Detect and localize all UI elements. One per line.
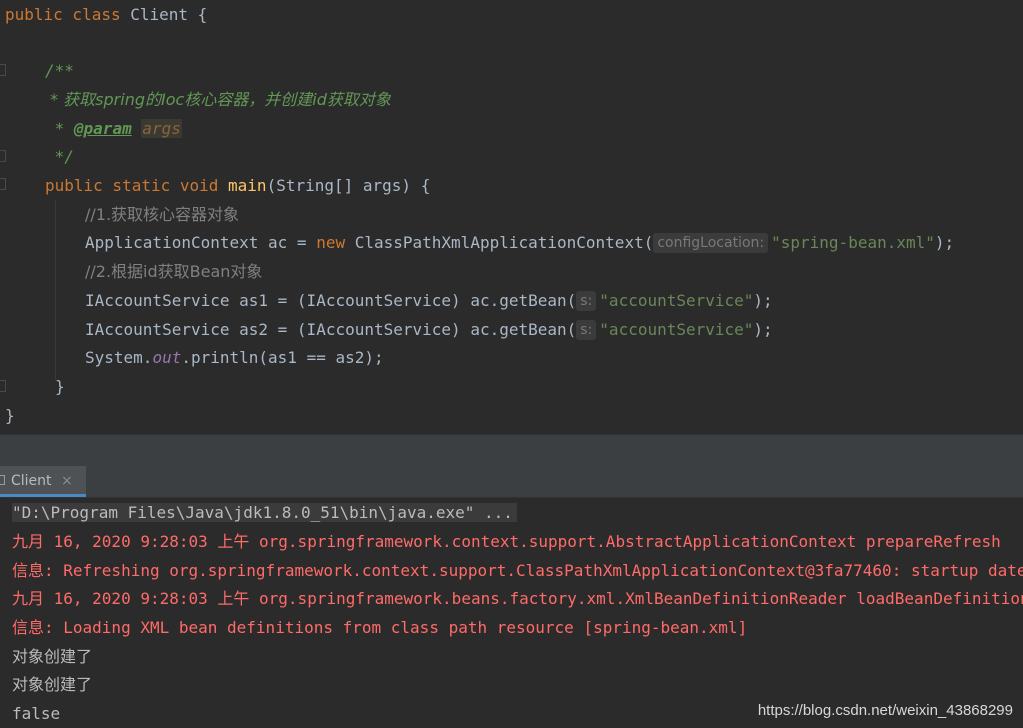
close-icon[interactable]: × (61, 466, 73, 496)
code-line-2[interactable]: /** (45, 56, 74, 85)
console-line: "D:\Program Files\Java\jdk1.8.0_51\bin\j… (12, 498, 517, 527)
doc-comment (132, 119, 142, 138)
console-line: false (12, 699, 60, 728)
doc-comment: /** (45, 61, 74, 80)
code-text: System. (85, 348, 153, 367)
javadoc-tag: @param (73, 119, 132, 138)
code-text: (String[] args) { (266, 176, 431, 195)
fold-marker-icon[interactable] (0, 150, 6, 162)
code-line-4[interactable]: * @param args (45, 114, 182, 143)
doc-comment: * 获取spring的Ioc核心容器，并创建id获取对象 (45, 90, 391, 109)
line-comment: //2.根据id获取Bean对象 (85, 262, 263, 281)
log-text: 信息: Loading XML bean definitions from cl… (12, 618, 748, 637)
code-line-1[interactable]: public class Client { (5, 0, 207, 29)
console-line: 九月 16, 2020 9:28:03 上午 org.springframewo… (12, 527, 1001, 556)
log-text: 九月 16, 2020 9:28:03 上午 org.springframewo… (12, 589, 1023, 608)
run-tab-client[interactable]: Client × (0, 466, 86, 497)
method-name: main (228, 176, 267, 195)
doc-comment: */ (45, 147, 74, 166)
panel-splitter[interactable] (0, 434, 1023, 466)
code-line-9[interactable]: //2.根据id获取Bean对象 (85, 257, 262, 286)
code-text: } (55, 377, 65, 396)
console-line: 信息: Loading XML bean definitions from cl… (12, 613, 747, 642)
parameter-hint: s: (576, 320, 597, 340)
output-text: 对象创建了 (12, 675, 93, 694)
code-editor[interactable]: public class Client { /** * 获取spring的Ioc… (0, 0, 1023, 434)
keyword: public class (5, 5, 131, 24)
class-name: Client (130, 5, 189, 24)
keyword: public static void (45, 176, 229, 195)
output-text: 对象创建了 (12, 647, 93, 666)
code-text: ); (934, 233, 955, 252)
code-text: } (5, 406, 15, 425)
code-line-5[interactable]: */ (45, 142, 74, 171)
code-text: ApplicationContext ac = (85, 233, 317, 252)
console-line: 信息: Refreshing org.springframework.conte… (12, 556, 1023, 585)
watermark: https://blog.csdn.net/weixin_43868299 (757, 702, 1013, 719)
tab-label: Client (11, 473, 52, 489)
code-text: ); (753, 320, 773, 339)
parameter-hint: configLocation: (653, 233, 769, 253)
code-text: IAccountService as1 = (IAccountService) … (85, 291, 577, 310)
code-text: ClassPathXmlApplicationContext( (354, 233, 654, 252)
code-text: IAccountService as2 = (IAccountService) … (85, 320, 577, 339)
code-line-6[interactable]: public static void main(String[] args) { (45, 171, 430, 200)
code-line-10[interactable]: IAccountService as1 = (IAccountService) … (85, 286, 773, 315)
code-line-3[interactable]: * 获取spring的Ioc核心容器，并创建id获取对象 (45, 85, 391, 114)
fold-marker-icon[interactable] (0, 380, 6, 392)
run-config-icon (0, 475, 5, 485)
code-line-11[interactable]: IAccountService as2 = (IAccountService) … (85, 315, 773, 344)
code-text: .println(as1 == as2); (181, 348, 384, 367)
code-line-13[interactable]: } (55, 372, 65, 401)
static-field: out (152, 348, 182, 367)
console-line: 对象创建了 (12, 642, 92, 671)
code-text: { (188, 5, 208, 24)
parameter-hint: s: (576, 291, 597, 311)
string-literal: "accountService" (599, 291, 754, 310)
keyword: new (316, 233, 355, 252)
log-text: 信息: Refreshing org.springframework.conte… (12, 561, 1023, 580)
java-command[interactable]: "D:\Program Files\Java\jdk1.8.0_51\bin\j… (12, 503, 517, 522)
string-literal: "accountService" (599, 320, 754, 339)
code-line-14[interactable]: } (5, 401, 15, 430)
code-line-8[interactable]: ApplicationContext ac = new ClassPathXml… (85, 228, 954, 257)
console-line: 九月 16, 2020 9:28:03 上午 org.springframewo… (12, 584, 1023, 613)
code-text: ); (753, 291, 773, 310)
line-comment: //1.获取核心容器对象 (85, 205, 240, 224)
doc-comment: * (45, 119, 74, 138)
code-line-7[interactable]: //1.获取核心容器对象 (85, 200, 239, 229)
console-line: 对象创建了 (12, 670, 92, 699)
fold-marker-icon[interactable] (0, 64, 6, 76)
param-reference: args (141, 119, 182, 138)
string-literal: "spring-bean.xml" (771, 233, 935, 252)
run-tool-window-header: Client × (0, 466, 1023, 498)
log-text: 九月 16, 2020 9:28:03 上午 org.springframewo… (12, 532, 1001, 551)
fold-marker-icon[interactable] (0, 178, 6, 190)
indent-guide (55, 200, 56, 380)
output-text: false (12, 704, 61, 723)
run-console[interactable]: "D:\Program Files\Java\jdk1.8.0_51\bin\j… (0, 498, 1023, 728)
code-line-12[interactable]: System.out.println(as1 == as2); (85, 343, 384, 372)
